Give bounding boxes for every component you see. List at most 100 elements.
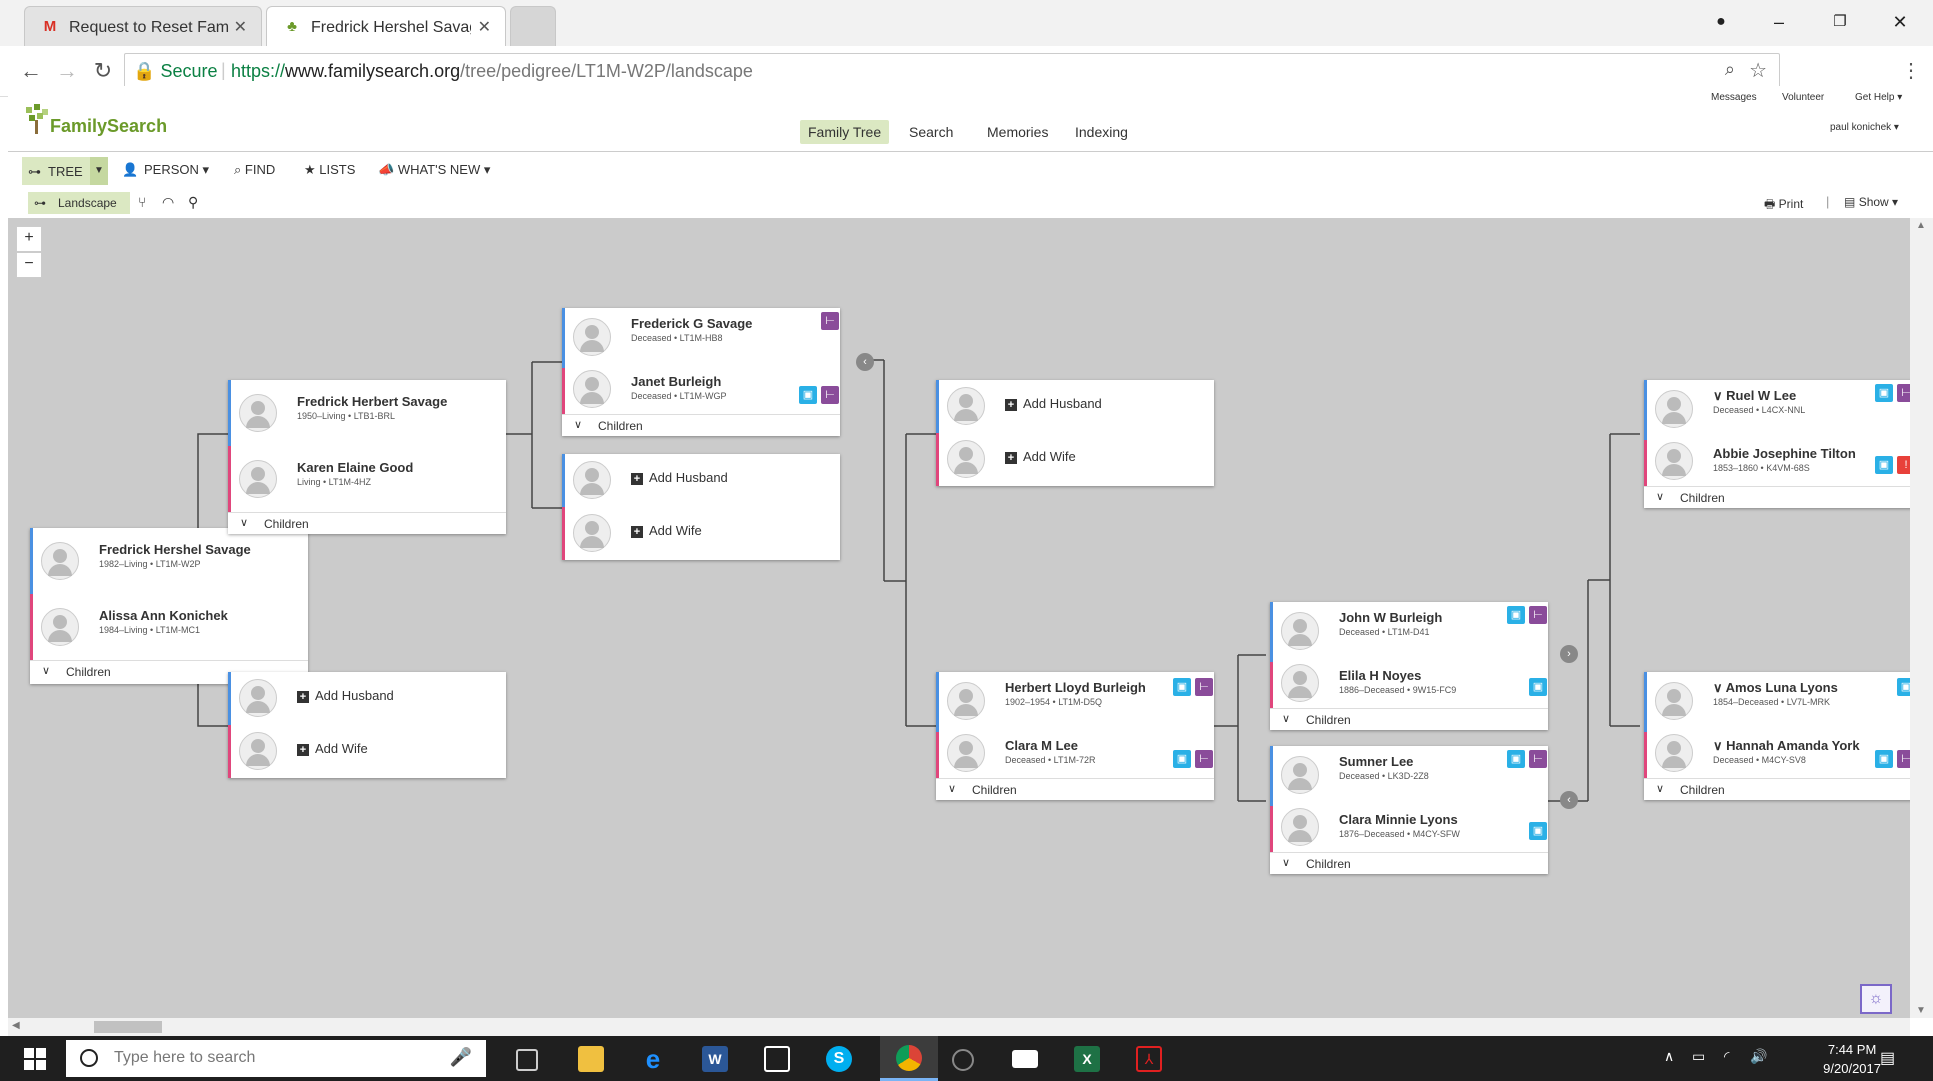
add-husband-button[interactable]: + Add Husband (1005, 396, 1102, 411)
volume-icon[interactable]: 🔊 (1750, 1048, 1767, 1065)
add-wife-row[interactable]: + Add Wife (228, 725, 509, 778)
person-card[interactable]: Janet Burleigh Deceased • LT1M-WGP ▣ ⊢ (562, 368, 843, 414)
portrait-view-icon[interactable]: ⑂ (138, 194, 146, 210)
new-tab-button[interactable] (510, 6, 556, 46)
couple-card-burleigh[interactable]: Herbert Lloyd Burleigh 1902–1954 • LT1M-… (936, 672, 1214, 800)
scroll-down-icon[interactable]: ▼ (1916, 1005, 1926, 1016)
chrome-taskbar-button[interactable] (880, 1036, 938, 1081)
acrobat-icon[interactable]: ⅄ (1136, 1046, 1162, 1072)
record-hint-icon[interactable]: ▣ (1529, 678, 1547, 696)
window-close-icon[interactable]: ✕ (1885, 8, 1915, 36)
person-card[interactable]: Alissa Ann Konichek 1984–Living • LT1M-M… (30, 594, 311, 660)
person-name[interactable]: ∨ Hannah Amanda York (1713, 738, 1860, 754)
couple-card-focus[interactable]: Fredrick Hershel Savage 1982–Living • LT… (30, 528, 308, 684)
nav-family-tree[interactable]: Family Tree (800, 120, 890, 144)
tree-menu-button[interactable]: ⊶ TREE ▼ (22, 157, 108, 185)
menu-icon[interactable]: ⋮ (1896, 56, 1926, 86)
person-card[interactable]: John W Burleigh Deceased • LT1M-D41 ▣ ⊢ (1270, 602, 1551, 662)
person-name[interactable]: Clara M Lee (1005, 738, 1078, 753)
whats-new-menu[interactable]: 📣 WHAT'S NEW ▾ (378, 162, 490, 178)
couple-card-sumner-lee[interactable]: Sumner Lee Deceased • LK3D-2Z8 ▣ ⊢ Clara… (1270, 746, 1548, 874)
address-bar[interactable]: 🔒 Secure | https://www.familysearch.org/… (124, 53, 1780, 89)
couple-card-grandparents[interactable]: Frederick G Savage Deceased • LT1M-HB8 ⊢… (562, 308, 840, 436)
profile-icon[interactable]: ● (1706, 8, 1736, 36)
minimize-icon[interactable]: – (1764, 8, 1794, 36)
tab-gmail[interactable]: M Request to Reset FamilyS ✕ (24, 6, 262, 46)
children-toggle[interactable]: ∨ Children (1644, 778, 1910, 801)
tray-chevron-icon[interactable]: ∧ (1664, 1048, 1674, 1065)
scroll-thumb[interactable] (94, 1021, 162, 1033)
record-hint-icon[interactable]: ▣ (1875, 384, 1893, 402)
person-menu[interactable]: PERSON ▾ (144, 162, 209, 178)
add-wife-button[interactable]: + Add Wife (1005, 449, 1076, 464)
record-hint-icon[interactable]: ▣ (1897, 678, 1910, 696)
couple-card-john-burleigh[interactable]: John W Burleigh Deceased • LT1M-D41 ▣ ⊢ … (1270, 602, 1548, 730)
url-text[interactable]: https://www.familysearch.org/tree/pedigr… (231, 61, 753, 82)
tree-record-icon[interactable]: ⊢ (1195, 750, 1213, 768)
user-menu[interactable]: paul konichek ▾ (1830, 122, 1899, 133)
add-wife-row[interactable]: + Add Wife (936, 433, 1217, 486)
scroll-up-icon[interactable]: ▲ (1916, 220, 1926, 231)
couple-card-ruel-lee[interactable]: ∨ Ruel W Lee Deceased • L4CX-NNL ▣ ⊢ Abb… (1644, 380, 1910, 508)
show-button[interactable]: ▤ Show ▾ (1844, 195, 1898, 209)
person-name[interactable]: Fredrick Herbert Savage (297, 394, 447, 409)
tree-record-icon[interactable]: ⊢ (1529, 750, 1547, 768)
person-name[interactable]: Sumner Lee (1339, 754, 1413, 769)
record-hint-icon[interactable]: ▣ (1875, 750, 1893, 768)
person-name[interactable]: Alissa Ann Konichek (99, 608, 228, 623)
couple-card-parents[interactable]: Fredrick Herbert Savage 1950–Living • LT… (228, 380, 506, 534)
record-hint-icon[interactable]: ▣ (1173, 750, 1191, 768)
record-hint-icon[interactable]: ▣ (1507, 750, 1525, 768)
close-icon[interactable]: ✕ (478, 17, 491, 37)
tree-record-icon[interactable]: ⊢ (1897, 384, 1910, 402)
wifi-icon[interactable]: ◜ (1724, 1048, 1729, 1065)
person-name[interactable]: Herbert Lloyd Burleigh (1005, 680, 1146, 695)
person-name[interactable]: Clara Minnie Lyons (1339, 812, 1458, 827)
taskbar-clock[interactable]: 7:44 PM 9/20/2017 (1823, 1040, 1881, 1078)
person-card[interactable]: Karen Elaine Good Living • LT1M-4HZ (228, 446, 509, 512)
children-toggle[interactable]: ∨ Children (228, 512, 506, 535)
tree-record-icon[interactable]: ⊢ (1529, 606, 1547, 624)
children-toggle[interactable]: ∨ Children (1644, 486, 1910, 509)
children-toggle[interactable]: ∨ Children (936, 778, 1214, 801)
record-hint-icon[interactable]: ▣ (1173, 678, 1191, 696)
add-husband-row[interactable]: + Add Husband (936, 380, 1217, 433)
file-explorer-icon[interactable] (578, 1046, 604, 1072)
site-logo[interactable]: FamilySearch (50, 116, 167, 137)
person-name[interactable]: Fredrick Hershel Savage (99, 542, 251, 557)
add-husband-button[interactable]: + Add Husband (297, 688, 394, 703)
add-wife-button[interactable]: + Add Wife (297, 741, 368, 756)
person-name[interactable]: Elila H Noyes (1339, 668, 1421, 683)
add-wife-button[interactable]: + Add Wife (631, 523, 702, 538)
person-card[interactable]: Sumner Lee Deceased • LK3D-2Z8 ▣ ⊢ (1270, 746, 1551, 806)
excel-icon[interactable]: X (1074, 1046, 1100, 1072)
person-card[interactable]: Clara Minnie Lyons 1876–Deceased • M4CY-… (1270, 806, 1551, 852)
tree-record-icon[interactable]: ⊢ (1195, 678, 1213, 696)
lists-menu[interactable]: ★ LISTS (304, 162, 355, 178)
children-toggle[interactable]: ∨ Children (1270, 852, 1548, 875)
person-name[interactable]: Abbie Josephine Tilton (1713, 446, 1856, 461)
zoom-search-icon[interactable]: ⌕ (1725, 59, 1735, 80)
person-name[interactable]: ∨ Amos Luna Lyons (1713, 680, 1838, 696)
record-hint-icon[interactable]: ▣ (1507, 606, 1525, 624)
notifications-icon[interactable]: ▤ (1880, 1048, 1895, 1068)
secure-indicator[interactable]: 🔒 Secure (133, 61, 217, 82)
windows-start-icon[interactable] (24, 1048, 46, 1070)
person-card[interactable]: Frederick G Savage Deceased • LT1M-HB8 ⊢ (562, 308, 843, 368)
task-view-icon[interactable] (516, 1049, 538, 1071)
nav-indexing[interactable]: Indexing (1067, 120, 1136, 144)
scroll-left-icon[interactable]: ◀ (12, 1020, 20, 1031)
tab-familysearch[interactable]: ♣ Fredrick Hershel Savage ✕ (266, 6, 506, 46)
person-card[interactable]: Abbie Josephine Tilton 1853–1860 • K4VM-… (1644, 440, 1910, 486)
nav-memories[interactable]: Memories (979, 120, 1056, 144)
person-card[interactable]: Clara M Lee Deceased • LT1M-72R ▣ ⊢ (936, 732, 1217, 778)
person-card[interactable]: ∨ Amos Luna Lyons 1854–Deceased • LV7L-M… (1644, 672, 1910, 732)
messages-link[interactable]: Messages (1711, 92, 1757, 103)
add-husband-button[interactable]: + Add Husband (631, 470, 728, 485)
couple-card-amos-lyons[interactable]: ∨ Amos Luna Lyons 1854–Deceased • LV7L-M… (1644, 672, 1910, 800)
person-name[interactable]: John W Burleigh (1339, 610, 1442, 625)
person-card[interactable]: ∨ Ruel W Lee Deceased • L4CX-NNL ▣ ⊢ (1644, 380, 1910, 440)
bookmark-star-icon[interactable]: ☆ (1749, 58, 1767, 83)
fan-chart-icon[interactable]: ◠ (162, 194, 174, 211)
person-card[interactable]: Fredrick Herbert Savage 1950–Living • LT… (228, 380, 509, 446)
